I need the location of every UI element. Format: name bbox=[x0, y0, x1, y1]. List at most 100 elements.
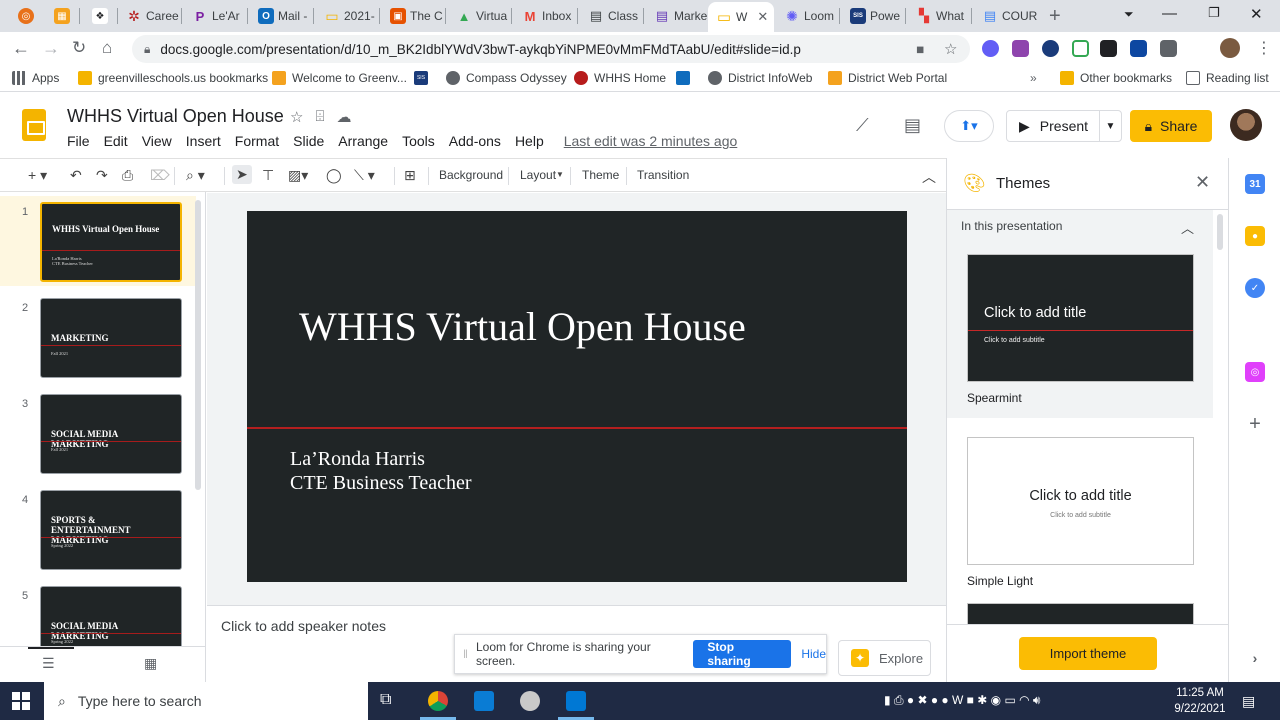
themes-scrollbar[interactable] bbox=[1217, 214, 1223, 250]
chrome-taskbar-icon[interactable] bbox=[428, 691, 448, 711]
meet-present-button[interactable]: ⬆▾ bbox=[944, 110, 994, 142]
back-icon[interactable]: ← bbox=[12, 38, 30, 59]
hide-banner-link[interactable]: Hide bbox=[801, 647, 826, 661]
browser-tab[interactable]: ▤ Marke bbox=[646, 4, 710, 28]
transition-button[interactable]: Transition bbox=[637, 168, 689, 182]
browser-tab[interactable]: ▚ What bbox=[908, 4, 972, 28]
menu-view[interactable]: View bbox=[142, 133, 172, 149]
slide-thumbnail[interactable]: 3 SOCIAL MEDIA MARKETING Fall 2021 bbox=[0, 388, 196, 478]
new-tab-icon[interactable]: + bbox=[1049, 5, 1061, 28]
tab-search-icon[interactable]: ⏷ bbox=[1124, 7, 1134, 22]
current-slide[interactable]: WHHS Virtual Open House La’Ronda Harris … bbox=[247, 211, 907, 582]
addon-icon[interactable]: ◎ bbox=[1245, 362, 1265, 382]
browser-tab-active[interactable]: ▭ W ✕ bbox=[708, 2, 774, 32]
expand-panel-chevron-icon[interactable]: › bbox=[1245, 648, 1265, 668]
select-arrow-icon[interactable]: ➤ bbox=[232, 165, 252, 184]
extension-icon[interactable] bbox=[1072, 40, 1089, 57]
background-button[interactable]: Background bbox=[439, 168, 503, 182]
calendar-icon[interactable]: 31 bbox=[1245, 174, 1265, 194]
tab-close-icon[interactable]: ✕ bbox=[757, 9, 768, 25]
loom-extension-icon[interactable] bbox=[982, 40, 999, 57]
menu-edit[interactable]: Edit bbox=[104, 133, 128, 149]
chevron-up-icon[interactable]: ︿ bbox=[1181, 218, 1194, 237]
slide-thumbnail[interactable]: 1 WHHS Virtual Open House La'Ronda Harri… bbox=[0, 196, 196, 286]
task-view-icon[interactable]: ⧉ bbox=[380, 691, 400, 711]
photos-taskbar-icon[interactable] bbox=[566, 691, 586, 711]
browser-tab[interactable]: ▭ 2021- bbox=[316, 4, 380, 28]
keep-icon[interactable]: ● bbox=[1245, 226, 1265, 246]
add-comment-icon[interactable]: ⊞ bbox=[404, 167, 416, 184]
menu-slide[interactable]: Slide bbox=[293, 133, 324, 149]
extension-icon[interactable] bbox=[1130, 40, 1147, 57]
paint-taskbar-icon[interactable] bbox=[520, 691, 540, 711]
shape-icon[interactable]: ◯ bbox=[326, 167, 342, 184]
taskbar-search[interactable]: ⌕ Type here to search bbox=[44, 682, 368, 720]
paint-format-icon[interactable]: ⌦ bbox=[150, 167, 170, 184]
cloud-saved-icon[interactable]: ☁ bbox=[336, 108, 351, 126]
tasks-icon[interactable]: ✓ bbox=[1245, 278, 1265, 298]
slide-subtitle-text[interactable]: La’Ronda Harris CTE Business Teacher bbox=[290, 447, 472, 495]
stop-sharing-button[interactable]: Stop sharing bbox=[693, 640, 792, 668]
notes-resize-handle[interactable] bbox=[207, 598, 946, 606]
bookmark-item[interactable]: Compass Odyssey bbox=[446, 71, 567, 85]
bookmark-star-icon[interactable]: ☆ bbox=[944, 40, 957, 58]
browser-tab[interactable]: ✺ Loom bbox=[776, 4, 840, 28]
grid-view-icon[interactable]: ▦ bbox=[144, 655, 157, 672]
camera-icon[interactable]: ■ bbox=[916, 42, 924, 57]
menu-format[interactable]: Format bbox=[235, 133, 279, 149]
menu-help[interactable]: Help bbox=[515, 133, 544, 149]
line-icon[interactable]: ⟍ ▾ bbox=[354, 167, 375, 184]
filmstrip-scrollbar[interactable] bbox=[195, 200, 201, 490]
browser-tab[interactable]: M Inbox bbox=[514, 4, 578, 28]
bookmark-item[interactable]: District InfoWeb bbox=[708, 71, 812, 85]
home-icon[interactable]: ⌂ bbox=[102, 38, 112, 58]
print-icon[interactable]: ⎙ bbox=[122, 167, 133, 184]
layout-button[interactable]: Layout bbox=[520, 168, 556, 182]
extensions-puzzle-icon[interactable] bbox=[1160, 40, 1177, 57]
profile-avatar[interactable] bbox=[1220, 38, 1240, 58]
menu-addons[interactable]: Add-ons bbox=[449, 133, 501, 149]
windows-start-icon[interactable] bbox=[12, 692, 30, 710]
share-button[interactable]: 🔒︎ Share bbox=[1130, 110, 1212, 142]
bookmark-item[interactable]: SIS bbox=[414, 71, 428, 85]
last-edit-link[interactable]: Last edit was 2 minutes ago bbox=[564, 133, 738, 149]
theme-card[interactable] bbox=[967, 603, 1194, 625]
window-close-icon[interactable]: ✕ bbox=[1250, 5, 1263, 23]
theme-card-spearmint[interactable]: Click to add title Click to add subtitle bbox=[967, 254, 1194, 382]
menu-arrange[interactable]: Arrange bbox=[338, 133, 388, 149]
browser-tab[interactable]: ▤ COUR bbox=[974, 4, 1038, 28]
forward-icon[interactable]: → bbox=[42, 38, 60, 59]
layout-chevron-icon[interactable]: ▼ bbox=[556, 170, 564, 179]
theme-button[interactable]: Theme bbox=[582, 168, 619, 182]
collapse-toolbar-icon[interactable]: ︿ bbox=[922, 167, 936, 187]
reload-icon[interactable]: ↻ bbox=[72, 38, 86, 58]
slide-thumbnail[interactable]: 2 MARKETING Fall 2021 bbox=[0, 292, 196, 382]
browser-tab[interactable]: ▣ The C bbox=[382, 4, 446, 28]
extension-icon[interactable] bbox=[1012, 40, 1029, 57]
theme-card-simple-light[interactable]: Click to add title Click to add subtitle bbox=[967, 437, 1194, 565]
other-bookmarks[interactable]: Other bookmarks bbox=[1060, 71, 1172, 85]
zoom-icon[interactable]: ⌕ ▾ bbox=[186, 167, 205, 184]
speaker-notes-field[interactable]: Click to add speaker notes bbox=[221, 618, 386, 634]
slides-logo-icon[interactable] bbox=[22, 109, 46, 141]
account-avatar[interactable] bbox=[1230, 109, 1262, 141]
k-extension-icon[interactable] bbox=[1042, 40, 1059, 57]
system-clock[interactable]: 11:25 AM 9/22/2021 bbox=[1170, 685, 1230, 717]
browser-tab[interactable]: ✲ Caree bbox=[118, 4, 182, 28]
redo-icon[interactable]: ↷ bbox=[96, 167, 108, 184]
notifications-icon[interactable]: ▤ bbox=[1242, 693, 1255, 710]
tray-icons[interactable]: ▮ ⎙ ● ✖ ● ● W ■ ✱ ◉ ▭ ◠ 🔊︎ bbox=[884, 693, 1040, 708]
comments-icon[interactable]: ▤ bbox=[904, 115, 921, 136]
bookmark-item[interactable] bbox=[676, 71, 690, 85]
bookmark-item[interactable]: WHHS Home bbox=[574, 71, 666, 85]
browser-tab[interactable]: O Mail - bbox=[250, 4, 314, 28]
app-taskbar-icon[interactable] bbox=[474, 691, 494, 711]
bookmark-item[interactable]: Welcome to Greenv... bbox=[272, 71, 407, 85]
menu-tools[interactable]: Tools bbox=[402, 133, 435, 149]
bookmark-apps[interactable]: Apps bbox=[12, 71, 59, 85]
slide-thumbnail[interactable]: 4 SPORTS & ENTERTAINMENT MARKETING Sprin… bbox=[0, 484, 196, 574]
filmstrip-view-icon[interactable]: ☰ bbox=[42, 655, 55, 672]
present-options-chevron-icon[interactable]: ▼ bbox=[1099, 111, 1121, 141]
browser-tab[interactable]: P Le'Ar bbox=[184, 4, 248, 28]
close-panel-icon[interactable]: ✕ bbox=[1195, 172, 1210, 193]
